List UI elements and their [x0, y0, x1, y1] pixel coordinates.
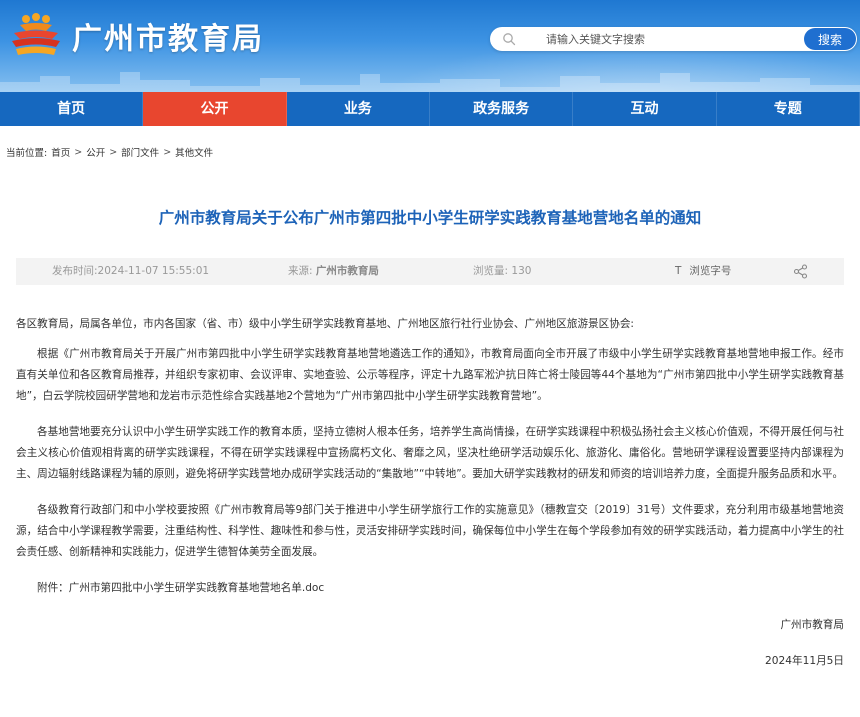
breadcrumb-separator: >	[109, 146, 118, 158]
search-input[interactable]	[546, 29, 804, 49]
breadcrumb: 当前位置: 首页 > 公开 > 部门文件 > 其他文件	[6, 145, 213, 160]
article-body: 各区教育局，局属各单位，市内各国家（省、市）级中小学生研学实践教育基地、广州地区…	[16, 314, 844, 672]
attachment-link[interactable]: 附件：广州市第四批中小学生研学实践教育基地营地名单.doc	[37, 582, 324, 594]
font-size-label: 浏览字号	[689, 265, 732, 277]
view-count: 浏览量: 130	[473, 258, 531, 285]
breadcrumb-item-home[interactable]: 首页	[51, 145, 70, 159]
source-label: 来源:	[288, 265, 313, 277]
attachment: 附件：广州市第四批中小学生研学实践教育基地营地名单.doc	[16, 578, 844, 599]
nav-item-home[interactable]: 首页	[0, 92, 144, 126]
breadcrumb-separator: >	[163, 146, 172, 158]
breadcrumb-item-other-docs[interactable]: 其他文件	[175, 145, 213, 159]
publish-date: 发布时间:2024-11-07 15:55:01	[52, 265, 210, 277]
site-title: 广州市教育局	[72, 22, 264, 57]
paragraph-2: 各基地营地要充分认识中小学生研学实践工作的教育本质，坚持立德树人根本任务，培养学…	[16, 426, 844, 480]
nav-item-topics[interactable]: 专题	[717, 92, 860, 126]
sign-date: 2024年11月5日	[765, 655, 844, 667]
article-source: 来源: 广州市教育局	[288, 258, 379, 285]
education-bureau-emblem-icon	[12, 13, 60, 55]
paragraph-1: 根据《广州市教育局关于开展广州市第四批中小学生研学实践教育基地营地遴选工作的通知…	[16, 348, 844, 402]
source-value: 广州市教育局	[315, 265, 379, 277]
breadcrumb-separator: >	[74, 146, 83, 158]
paragraph-3: 各级教育行政部门和中小学校要按照《广州市教育局等9部门关于推进中小学生研学旅行工…	[16, 504, 844, 558]
search-button[interactable]: 搜索	[804, 28, 856, 50]
search-icon	[503, 33, 516, 46]
signature: 广州市教育局	[780, 619, 844, 631]
views-label: 浏览量:	[473, 265, 509, 277]
font-size-icon: T	[675, 265, 682, 277]
nav-item-public[interactable]: 公开	[143, 92, 287, 126]
salutation: 各区教育局，局属各单位，市内各国家（省、市）级中小学生研学实践教育基地、广州地区…	[16, 318, 635, 330]
search-box: 搜索	[490, 27, 857, 51]
breadcrumb-prefix: 当前位置:	[6, 148, 48, 159]
nav-item-interaction[interactable]: 互动	[573, 92, 717, 126]
site-logo[interactable]: 广州市教育局	[10, 12, 264, 60]
article-title: 广州市教育局关于公布广州市第四批中小学生研学实践教育基地营地名单的通知	[158, 209, 702, 227]
article-meta-bar: 发布时间:2024-11-07 15:55:01 来源: 广州市教育局 浏览量:…	[16, 258, 844, 285]
nav-item-gov-services[interactable]: 政务服务	[430, 92, 574, 126]
share-icon[interactable]	[793, 264, 808, 279]
site-header: 广州市教育局 搜索	[0, 0, 860, 92]
views-value: 130	[511, 265, 532, 277]
nav-item-business[interactable]: 业务	[287, 92, 430, 126]
main-nav: 首页 公开 业务 政务服务 互动 专题	[0, 92, 860, 126]
breadcrumb-item-dept-docs[interactable]: 部门文件	[121, 145, 159, 159]
breadcrumb-item-public[interactable]: 公开	[86, 145, 105, 159]
font-size-button[interactable]: T 浏览字号	[675, 258, 731, 285]
